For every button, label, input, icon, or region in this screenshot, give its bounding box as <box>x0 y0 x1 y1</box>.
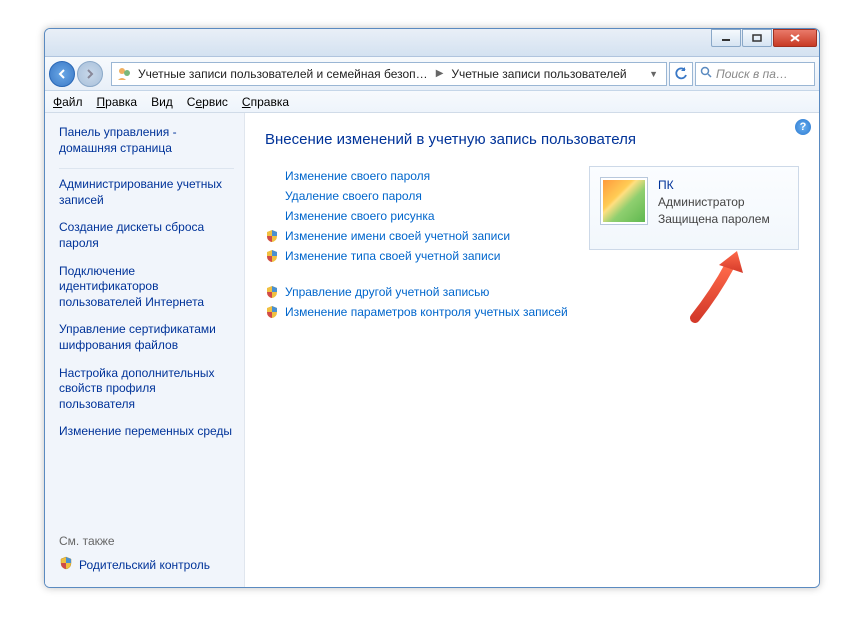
task-manage-other-account[interactable]: Управление другой учетной записью <box>265 282 571 302</box>
main-content: ? Внесение изменений в учетную запись по… <box>245 113 819 587</box>
search-icon <box>700 66 712 81</box>
sidebar-link-online-ids[interactable]: Подключение идентификаторов пользователе… <box>59 264 234 311</box>
address-bar[interactable]: Учетные записи пользователей и семейная … <box>111 62 667 86</box>
task-change-name[interactable]: Изменение имени своей учетной записи <box>265 226 571 246</box>
task-change-password[interactable]: Изменение своего пароля <box>265 166 571 186</box>
task-change-uac[interactable]: Изменение параметров контроля учетных за… <box>265 302 571 322</box>
user-accounts-icon <box>116 66 132 82</box>
user-status: Защищена паролем <box>658 211 770 228</box>
shield-icon <box>59 556 73 573</box>
refresh-button[interactable] <box>669 62 693 86</box>
see-also-parental-control[interactable]: Родительский контроль <box>59 556 234 573</box>
page-heading: Внесение изменений в учетную запись поль… <box>265 131 799 148</box>
menu-file[interactable]: Файл <box>53 95 83 109</box>
close-button[interactable] <box>773 29 817 47</box>
back-button[interactable] <box>49 61 75 87</box>
shield-icon <box>265 305 279 319</box>
user-info: ПК Администратор Защищена паролем <box>658 177 770 227</box>
forward-button[interactable] <box>77 61 103 87</box>
menu-help[interactable]: Справка <box>242 95 289 109</box>
see-also-label-text: Родительский контроль <box>79 558 210 572</box>
help-icon[interactable]: ? <box>795 119 811 135</box>
body: Панель управления - домашняя страница Ад… <box>45 113 819 587</box>
sidebar-link-env-vars[interactable]: Изменение переменных среды <box>59 424 234 440</box>
menu-tools[interactable]: Сервис <box>187 95 228 109</box>
shield-icon <box>265 249 279 263</box>
minimize-button[interactable] <box>711 29 741 47</box>
menubar: Файл Правка Вид Сервис Справка <box>45 91 819 113</box>
task-remove-password[interactable]: Удаление своего пароля <box>265 186 571 206</box>
see-also-label: См. также <box>59 534 234 548</box>
user-name: ПК <box>658 177 770 194</box>
shield-icon <box>265 285 279 299</box>
user-card[interactable]: ПК Администратор Защищена паролем <box>589 166 799 250</box>
address-dropdown[interactable]: ▼ <box>645 69 662 79</box>
navbar: Учетные записи пользователей и семейная … <box>45 57 819 91</box>
task-change-type[interactable]: Изменение типа своей учетной записи <box>265 246 571 266</box>
sidebar-link-password-reset-disk[interactable]: Создание дискеты сброса пароля <box>59 220 234 251</box>
shield-icon <box>265 229 279 243</box>
sidebar: Панель управления - домашняя страница Ад… <box>45 113 245 587</box>
menu-view[interactable]: Вид <box>151 95 173 109</box>
user-role: Администратор <box>658 194 770 211</box>
maximize-button[interactable] <box>742 29 772 47</box>
sidebar-link-advanced-profile[interactable]: Настройка дополнительных свойств профиля… <box>59 366 234 413</box>
window: Учетные записи пользователей и семейная … <box>44 28 820 588</box>
sidebar-link-cert-management[interactable]: Управление сертификатами шифрования файл… <box>59 322 234 353</box>
user-avatar <box>600 177 648 225</box>
breadcrumb-seg1[interactable]: Учетные записи пользователей и семейная … <box>138 67 428 81</box>
task-list: Изменение своего пароля Удаление своего … <box>265 166 571 322</box>
sidebar-link-manage-accounts[interactable]: Администрирование учетных записей <box>59 177 234 208</box>
task-change-picture[interactable]: Изменение своего рисунка <box>265 206 571 226</box>
titlebar <box>45 29 819 57</box>
control-panel-home-link[interactable]: Панель управления - домашняя страница <box>59 125 234 156</box>
divider <box>59 168 234 169</box>
menu-edit[interactable]: Правка <box>97 95 138 109</box>
chevron-right-icon: ▶ <box>434 68 446 79</box>
search-placeholder: Поиск в па… <box>716 67 788 81</box>
search-box[interactable]: Поиск в па… <box>695 62 815 86</box>
breadcrumb-seg2[interactable]: Учетные записи пользователей <box>451 67 626 81</box>
